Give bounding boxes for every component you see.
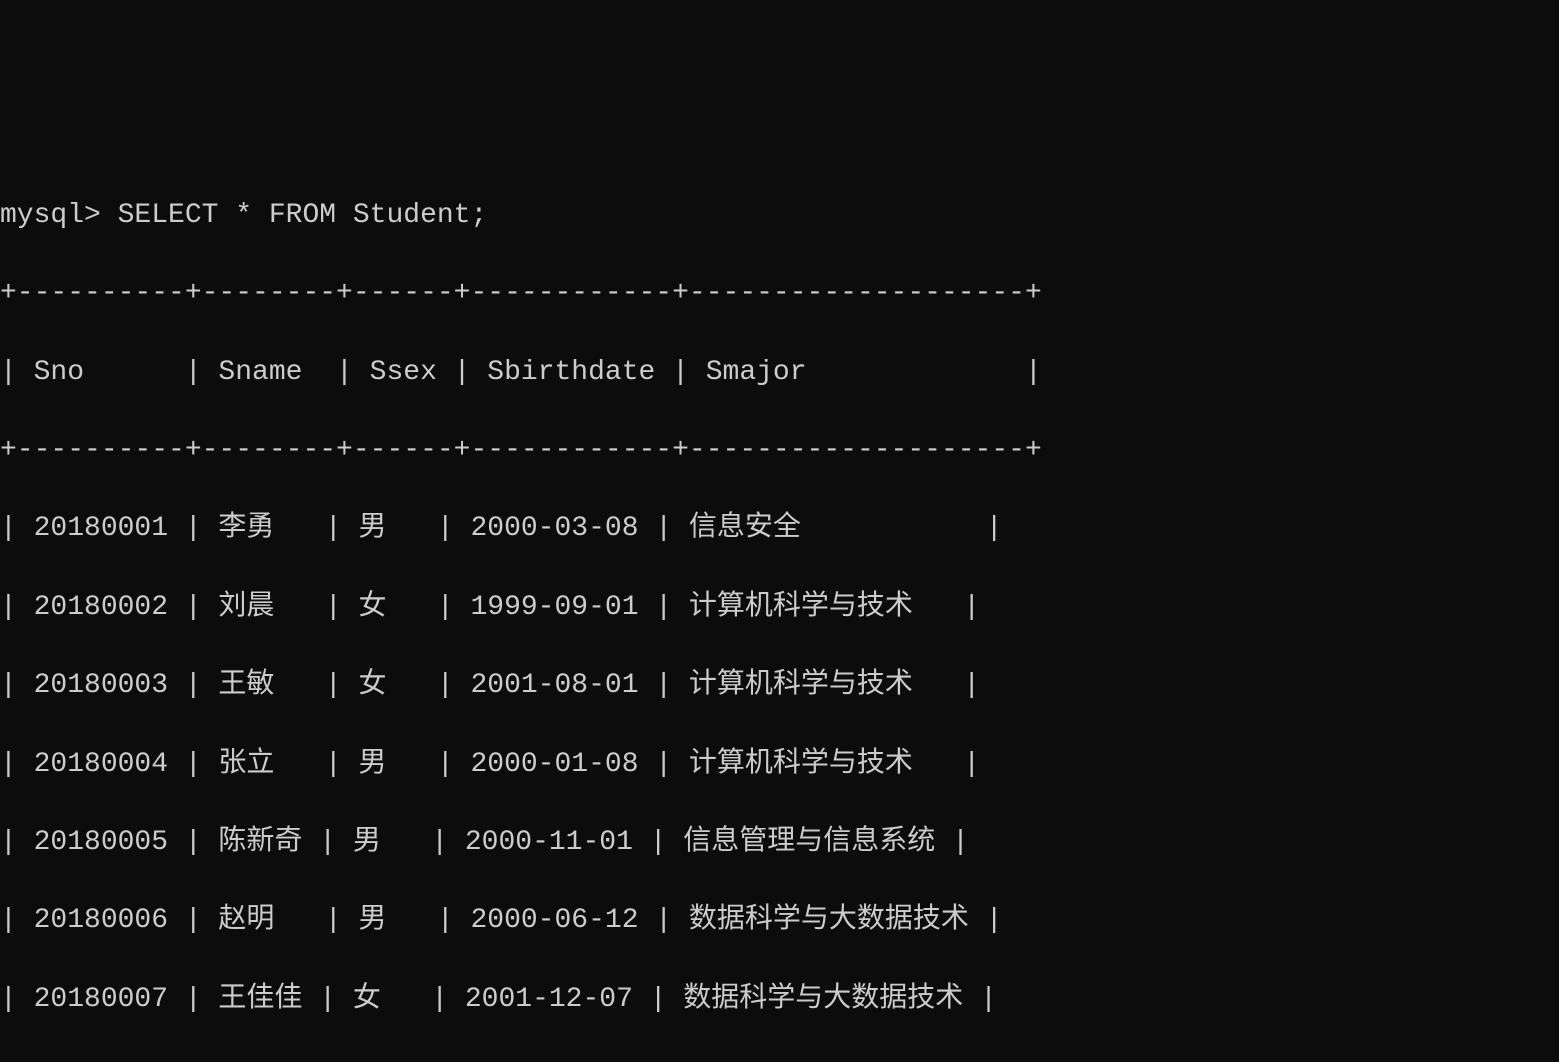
table-row: | 20180006 | 赵明 | 男 | 2000-06-12 | 数据科学与… bbox=[0, 901, 1559, 940]
table-row: | 20180002 | 刘晨 | 女 | 1999-09-01 | 计算机科学… bbox=[0, 588, 1559, 627]
table-row: | 20180004 | 张立 | 男 | 2000-01-08 | 计算机科学… bbox=[0, 745, 1559, 784]
table-border-bottom: +----------+--------+------+------------… bbox=[0, 1058, 1559, 1062]
table-row: | 20180001 | 李勇 | 男 | 2000-03-08 | 信息安全 … bbox=[0, 509, 1559, 548]
table-row: | 20180005 | 陈新奇 | 男 | 2000-11-01 | 信息管理… bbox=[0, 823, 1559, 862]
mysql-terminal[interactable]: mysql> SELECT * FROM Student; +---------… bbox=[0, 157, 1559, 1062]
table-border-mid: +----------+--------+------+------------… bbox=[0, 431, 1559, 470]
table-row: | 20180007 | 王佳佳 | 女 | 2001-12-07 | 数据科学… bbox=[0, 980, 1559, 1019]
command-line: mysql> SELECT * FROM Student; bbox=[0, 196, 1559, 235]
table-row: | 20180003 | 王敏 | 女 | 2001-08-01 | 计算机科学… bbox=[0, 666, 1559, 705]
table-border-top: +----------+--------+------+------------… bbox=[0, 274, 1559, 313]
mysql-prompt: mysql> bbox=[0, 196, 118, 235]
sql-query: SELECT * FROM Student; bbox=[118, 196, 488, 235]
table-header-row: | Sno | Sname | Ssex | Sbirthdate | Smaj… bbox=[0, 353, 1559, 392]
